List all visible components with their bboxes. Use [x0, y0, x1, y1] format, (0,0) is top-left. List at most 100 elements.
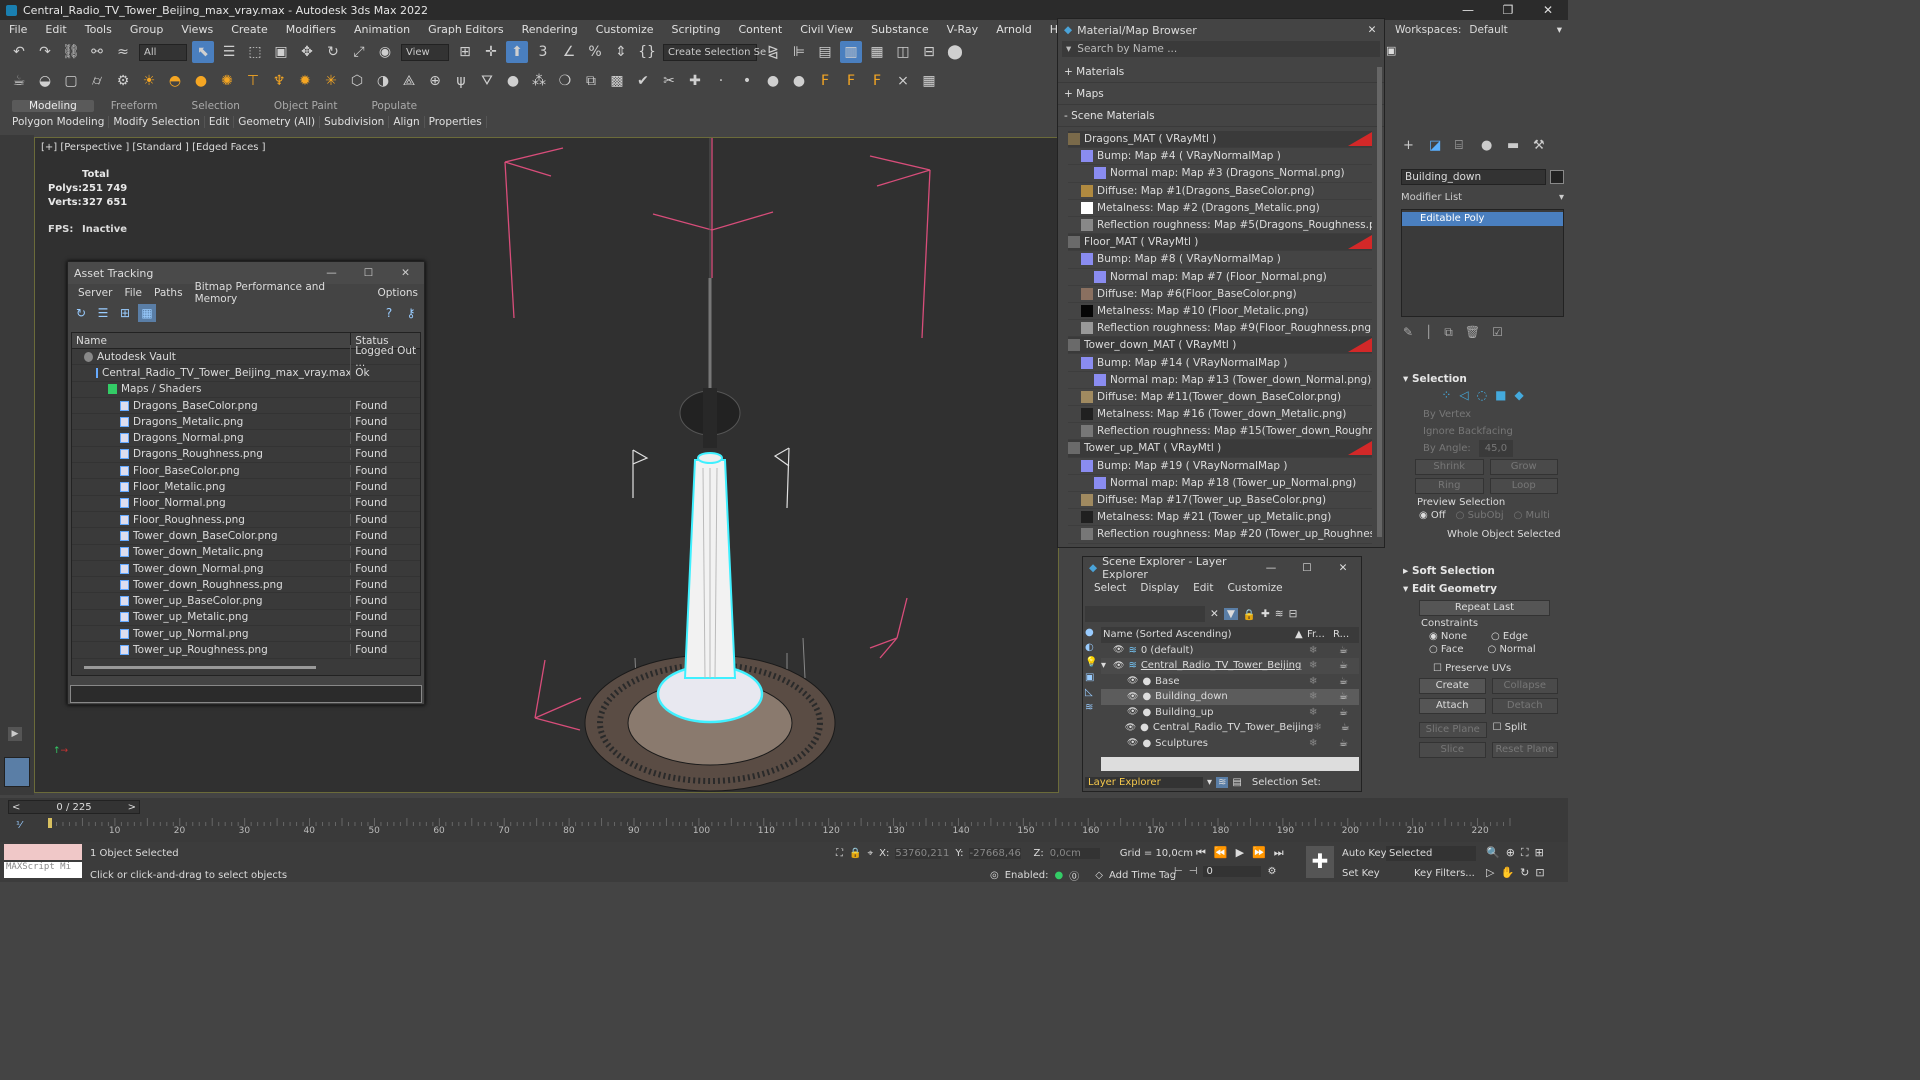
menu-substance[interactable]: Substance — [862, 23, 938, 36]
polygon-icon[interactable]: ■ — [1495, 388, 1506, 406]
map-item[interactable]: Diffuse: Map #1(Dragons_BaseColor.png) — [1068, 183, 1372, 200]
constraint-face-radio[interactable]: ○ Face — [1429, 644, 1464, 655]
menu-tools[interactable]: Tools — [76, 23, 121, 36]
freeze-icon[interactable]: ❄ — [1309, 738, 1339, 749]
collapse-button[interactable]: Collapse — [1491, 678, 1558, 694]
render-teapot-icon[interactable]: ☕ — [1339, 676, 1359, 687]
horizontal-scrollbar[interactable] — [84, 666, 316, 669]
ribbon-panel-polygon-modeling[interactable]: Polygon Modeling — [8, 115, 110, 128]
snaps-toggle-icon[interactable]: 3 — [532, 41, 554, 63]
layer-row[interactable]: 👁 ● Base ❄ ☕ — [1101, 674, 1359, 690]
sun-light-icon[interactable]: ✹ — [294, 70, 316, 92]
ribbon-panel-geometry-all-[interactable]: Geometry (All) — [234, 115, 321, 128]
soft-selection-rollout[interactable]: ▸ Soft Selection — [1397, 562, 1568, 580]
grid-view-icon[interactable]: ▦ — [138, 304, 156, 322]
key-filters-button[interactable]: Key Filters... — [1414, 868, 1475, 879]
sphere-icon[interactable]: ◒ — [34, 70, 56, 92]
chevron-down-icon[interactable]: ▾ — [1559, 191, 1564, 205]
vray-fur-icon[interactable]: ψ — [450, 70, 472, 92]
reset-plane-button[interactable]: Reset Plane — [1491, 742, 1558, 758]
spinner-snap-icon[interactable]: ⇕ — [610, 41, 632, 63]
minimize-button[interactable]: — — [313, 267, 350, 279]
menu-content[interactable]: Content — [729, 23, 791, 36]
proxy-icon[interactable]: ⬡ — [346, 70, 368, 92]
placement-icon[interactable]: ◉ — [374, 41, 396, 63]
percent-snap-icon[interactable]: % — [584, 41, 606, 63]
forest-pack-icon[interactable]: F — [814, 70, 836, 92]
keyboard-shortcut-override-icon[interactable]: ⬆ — [506, 41, 528, 63]
chevron-down-icon[interactable]: ▾ — [1207, 777, 1212, 788]
map-item[interactable]: Diffuse: Map #6(Floor_BaseColor.png) — [1068, 286, 1372, 303]
spot-light-icon[interactable]: ⊤ — [242, 70, 264, 92]
toggle-layer-explorer-icon[interactable]: ▥ — [840, 41, 862, 63]
map-item[interactable]: Bump: Map #8 ( VRayNormalMap ) — [1068, 251, 1372, 269]
menu-arnold[interactable]: Arnold — [987, 23, 1041, 36]
scene-menu-customize[interactable]: Customize — [1220, 582, 1289, 594]
map-item[interactable]: Diffuse: Map #17(Tower_up_BaseColor.png) — [1068, 492, 1372, 510]
asset-row[interactable]: Tower_down_Roughness.png Found — [72, 577, 420, 594]
scene-converter-icon[interactable]: ▦ — [918, 70, 940, 92]
modify-tab-icon[interactable]: ◪ — [1429, 138, 1455, 153]
redo-icon[interactable]: ↷ — [34, 41, 56, 63]
toggle-ribbon-icon[interactable]: ▦ — [866, 41, 888, 63]
asset-row[interactable]: Tower_up_BaseColor.png Found — [72, 593, 420, 610]
asset-row[interactable]: Tower_up_Metalic.png Found — [72, 610, 420, 627]
ribbon-panel-subdivision[interactable]: Subdivision — [320, 115, 390, 128]
display-geometry-icon[interactable]: ● — [1085, 627, 1099, 638]
preserve-uvs-checkbox[interactable]: ☐ Preserve UVs — [1397, 655, 1568, 674]
time-configuration-icon[interactable]: ⚙ — [1267, 866, 1276, 877]
slice-button[interactable]: Slice — [1419, 742, 1486, 758]
curve-editor-icon[interactable]: ◫ — [892, 41, 914, 63]
railclone-icon[interactable]: ⨯ — [892, 70, 914, 92]
asset-row[interactable]: Tower_down_Metalic.png Found — [72, 545, 420, 561]
new-layer-icon[interactable]: ✚ — [1261, 608, 1270, 620]
utilities-tab-icon[interactable]: ⚒ — [1533, 138, 1559, 153]
go-to-end-icon[interactable]: ⏭ — [1274, 846, 1284, 860]
ring-button[interactable]: Ring — [1415, 478, 1484, 494]
arnold-tool-icon[interactable]: ✂ — [658, 70, 680, 92]
scene-menu-edit[interactable]: Edit — [1186, 582, 1220, 594]
field-of-view-icon[interactable]: ▷ — [1486, 866, 1494, 879]
bind-space-warp-icon[interactable]: ≈ — [112, 41, 134, 63]
map-item[interactable]: Diffuse: Map #11(Tower_down_BaseColor.pn… — [1068, 389, 1372, 406]
display-cameras-icon[interactable]: ▣ — [1085, 672, 1099, 683]
arnold-sphere-icon[interactable]: ● — [762, 70, 784, 92]
make-unique-icon[interactable]: ⧉ — [1444, 325, 1453, 340]
time-prev-icon[interactable]: < — [9, 801, 20, 814]
material-section-1[interactable]: + Maps — [1058, 83, 1384, 105]
ambient-light-icon[interactable]: ✳ — [320, 70, 342, 92]
column-freeze[interactable]: Fr... — [1303, 629, 1333, 640]
play-viewport-icon[interactable]: ▶ — [8, 727, 22, 741]
freeze-icon[interactable]: ❄ — [1309, 707, 1339, 718]
column-name[interactable]: Name — [72, 333, 350, 348]
map-item[interactable]: Reflection roughness: Map #5(Dragons_Rou… — [1068, 217, 1372, 235]
asset-menu-server[interactable]: Server — [72, 287, 118, 299]
material-section-0[interactable]: + Materials — [1058, 61, 1384, 83]
close-button[interactable]: ✕ — [1528, 0, 1568, 20]
maximize-button[interactable]: ☐ — [350, 267, 387, 279]
time-next-icon[interactable]: > — [128, 801, 139, 814]
visibility-eye-icon[interactable]: 👁 — [1113, 661, 1124, 671]
arnold-dot-icon[interactable]: · — [710, 70, 732, 92]
asset-menu-options[interactable]: Options — [371, 287, 424, 299]
maxscript-input[interactable] — [4, 844, 82, 860]
align-icon[interactable]: ⊫ — [788, 41, 810, 63]
map-item[interactable]: Bump: Map #19 ( VRayNormalMap ) — [1068, 458, 1372, 475]
create-button[interactable]: Create — [1419, 678, 1486, 694]
lock-icon[interactable]: 🔒 — [1243, 608, 1256, 621]
orbit-icon[interactable]: ↻ — [1520, 866, 1529, 879]
material-sphere-icon[interactable]: ● — [502, 70, 524, 92]
material-item[interactable]: Tower_down_MAT ( VRayMtl ) — [1068, 337, 1372, 355]
box-icon[interactable]: ▢ — [60, 70, 82, 92]
vray-logo-icon[interactable]: ✔ — [632, 70, 654, 92]
render-teapot-icon[interactable]: ☕ — [1341, 722, 1359, 733]
map-item[interactable]: Normal map: Map #7 (Floor_Normal.png) — [1068, 269, 1372, 286]
play-icon[interactable]: ▶ — [1236, 846, 1244, 860]
close-button[interactable]: ✕ — [387, 267, 424, 279]
menu-v-ray[interactable]: V-Ray — [938, 23, 988, 36]
current-frame-marker[interactable] — [48, 818, 52, 828]
select-by-name-icon[interactable]: ☰ — [218, 41, 240, 63]
enabled-toggle-icon[interactable]: ⓪ — [1069, 868, 1079, 883]
freeze-icon[interactable]: ❄ — [1309, 676, 1339, 687]
current-frame-field[interactable]: 0 — [1203, 866, 1262, 877]
